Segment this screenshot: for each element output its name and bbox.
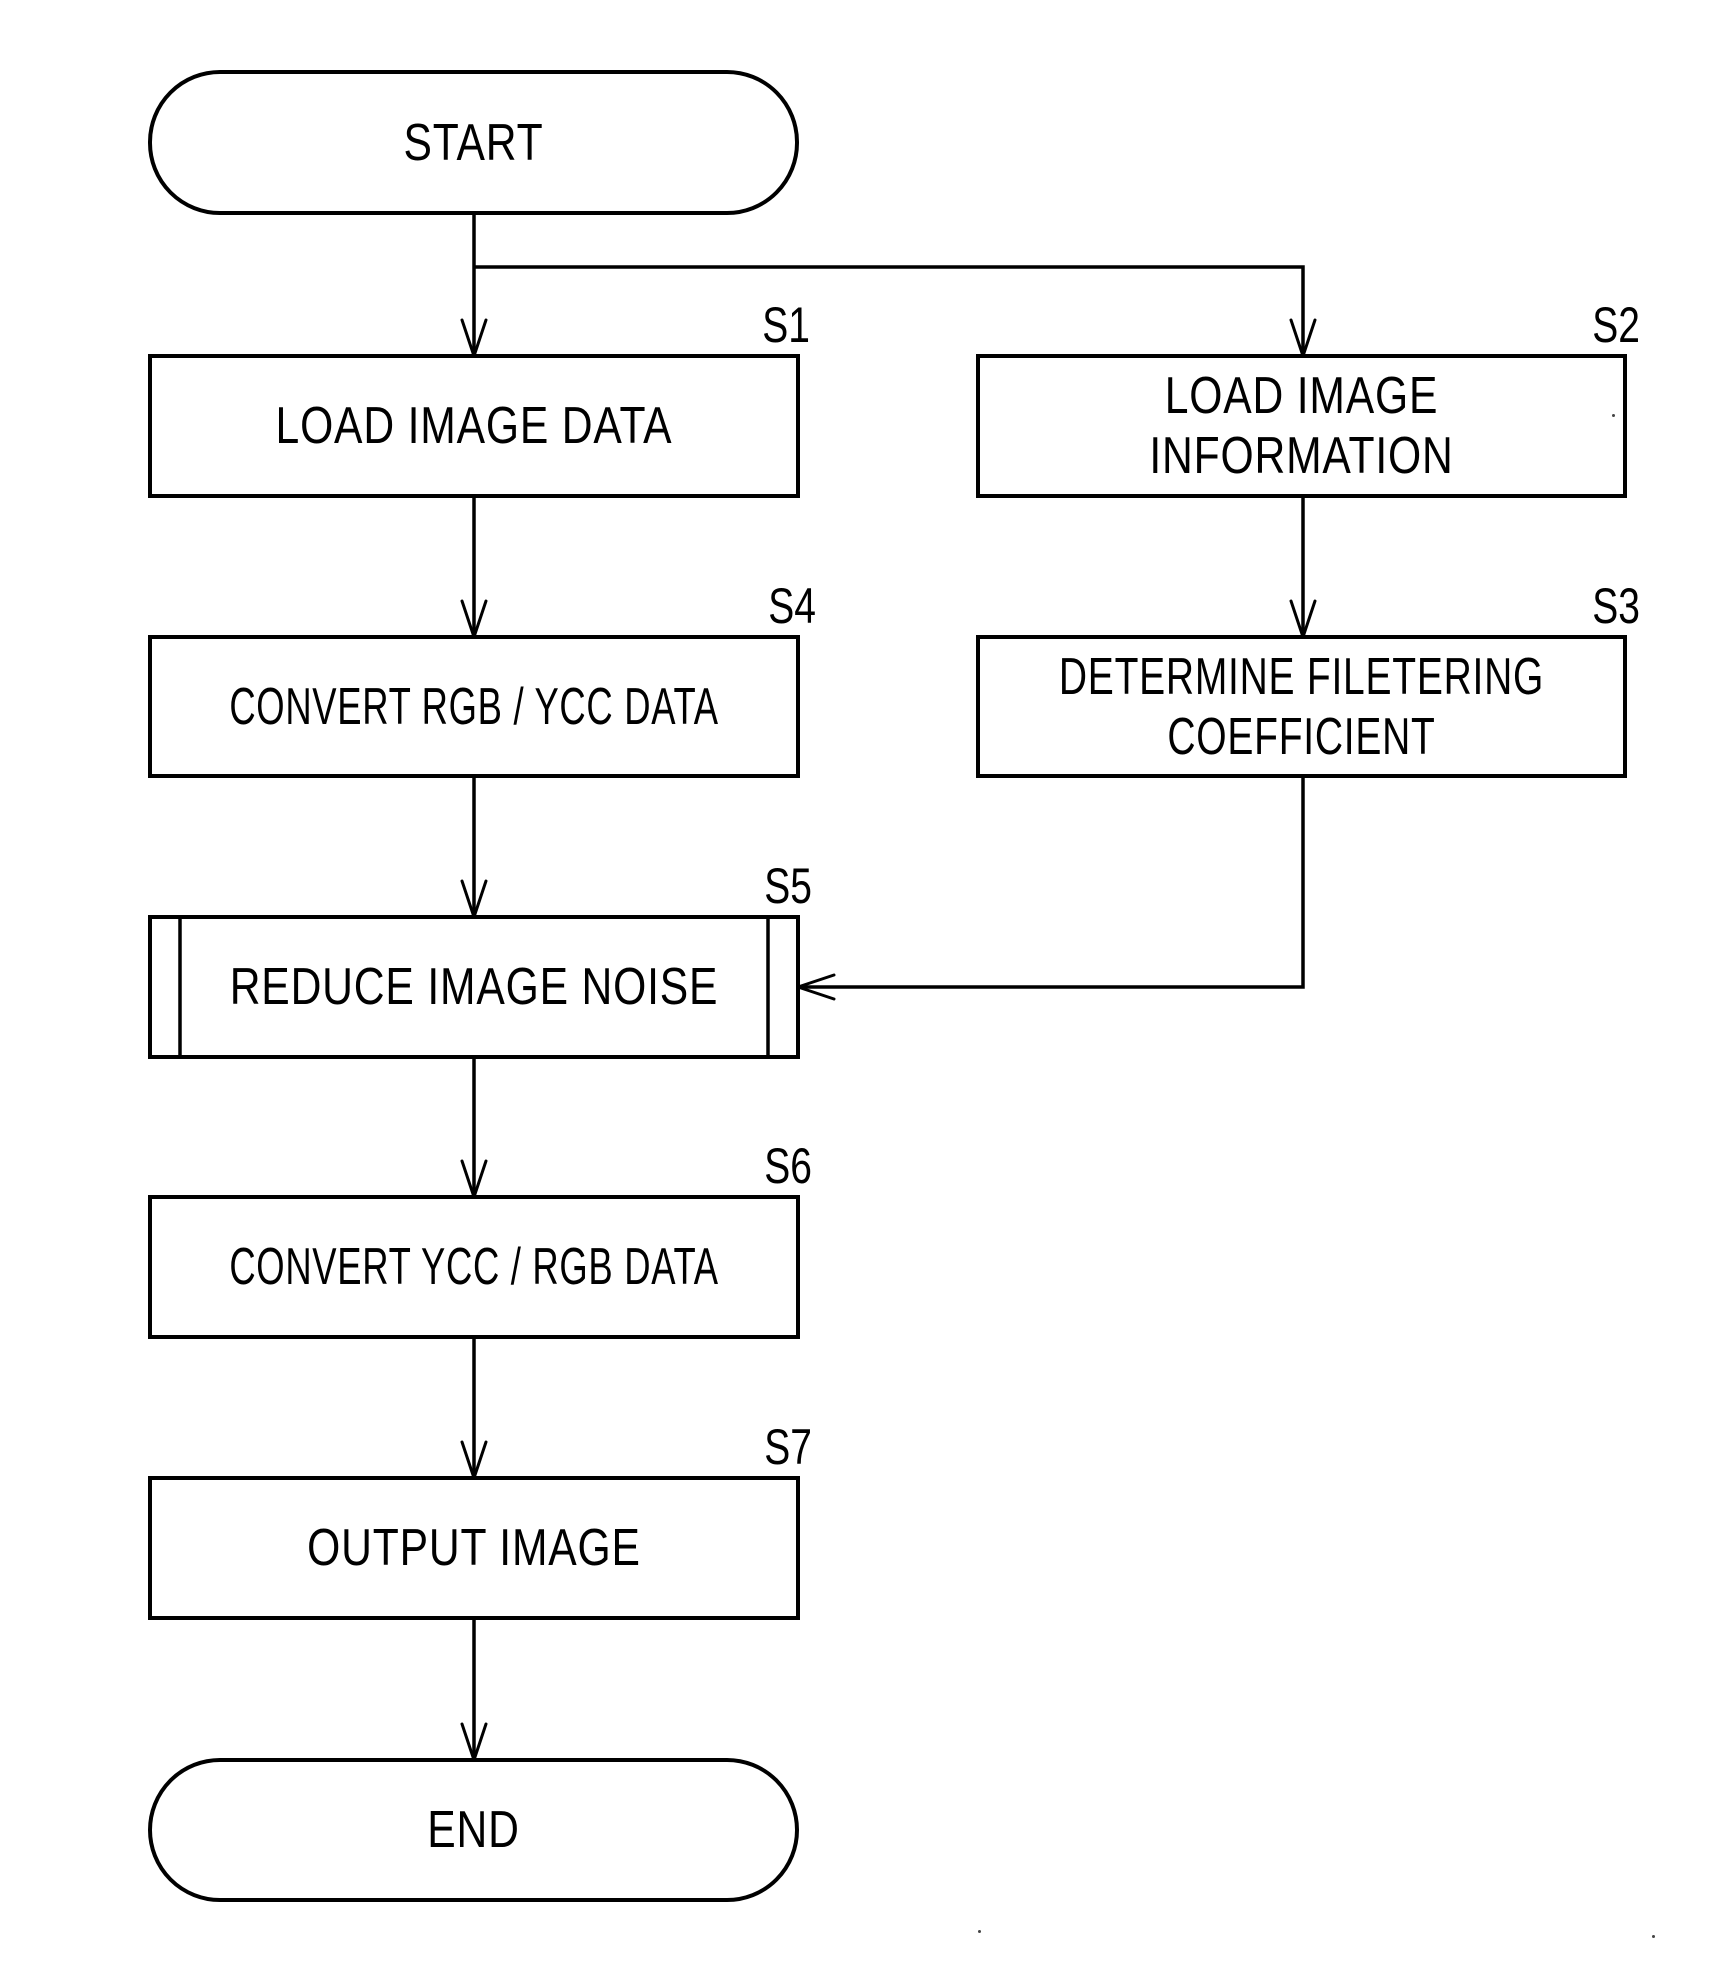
step-tag-s3: S3 — [1592, 578, 1640, 634]
step-s6-label: CONVERT YCC / RGB DATA — [229, 1238, 719, 1296]
connector-start-to-s1 — [460, 213, 488, 358]
end-label: END — [427, 1801, 520, 1859]
connector-s7-to-end — [460, 1618, 488, 1762]
connector-s6-to-s7 — [460, 1337, 488, 1480]
scan-speck — [978, 1930, 981, 1933]
connector-s4-to-s5 — [460, 776, 488, 919]
connector-start-to-s2 — [474, 265, 1317, 358]
step-s3-label-line2: COEFFICIENT — [1167, 707, 1436, 766]
step-tag-s6: S6 — [764, 1138, 812, 1194]
step-s2-label-line1: LOAD IMAGE — [1164, 367, 1439, 425]
scan-speck — [1652, 1935, 1655, 1938]
connector-s5-to-s6 — [460, 1057, 488, 1199]
step-tag-s1: S1 — [762, 297, 810, 353]
step-s4-label: CONVERT RGB / YCC DATA — [229, 677, 719, 736]
step-s1-label: LOAD IMAGE DATA — [275, 397, 673, 455]
connector-s3-to-s5 — [796, 776, 1305, 1001]
connector-s2-to-s3 — [1289, 496, 1317, 639]
step-s7-label: OUTPUT IMAGE — [307, 1519, 641, 1577]
step-s3-label-line1: DETERMINE FILETERING — [1058, 647, 1545, 706]
step-tag-s5: S5 — [764, 858, 812, 914]
step-tag-s4: S4 — [768, 578, 816, 634]
step-s3-label: DETERMINE FILETERING COEFFICIENT — [1059, 637, 1544, 776]
start-label: START — [403, 113, 544, 172]
step-s5-label: REDUCE IMAGE NOISE — [229, 958, 719, 1016]
step-s2-label: LOAD IMAGE INFORMATION — [1036, 356, 1567, 496]
scan-speck — [1612, 414, 1615, 417]
step-tag-s7: S7 — [764, 1419, 812, 1475]
step-s2-label-line2: INFORMATION — [1149, 427, 1454, 485]
connector-s1-to-s4 — [460, 496, 488, 639]
step-tag-s2: S2 — [1592, 297, 1640, 353]
